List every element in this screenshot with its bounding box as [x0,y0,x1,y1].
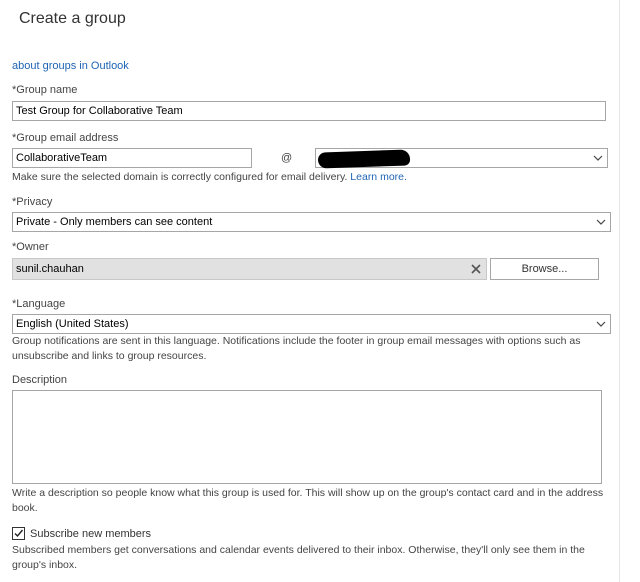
email-help-text: Make sure the selected domain is correct… [12,170,407,185]
about-groups-link[interactable]: about groups in Outlook [12,60,129,72]
email-help-message: Make sure the selected domain is correct… [12,171,348,183]
at-sign: @ [281,152,293,164]
group-email-label: *Group email address [12,132,119,144]
owner-field: sunil.chauhan [12,258,487,280]
language-select-value: English (United States) [16,318,129,330]
group-name-input[interactable]: Test Group for Collaborative Team [12,101,606,121]
description-textarea[interactable] [12,390,602,484]
description-label: Description [12,374,68,386]
chevron-down-icon [593,155,603,161]
group-name-label: *Group name [12,84,78,96]
subscribe-checkbox[interactable] [12,527,25,540]
subscribe-label[interactable]: Subscribe new members [30,528,151,540]
language-label: *Language [12,298,66,310]
redacted-domain [317,149,411,169]
chevron-down-icon [596,321,606,327]
page-title: Create a group [19,10,126,27]
remove-owner-icon[interactable] [470,263,482,275]
chevron-down-icon [596,219,606,225]
description-help-text: Write a description so people know what … [12,487,604,514]
owner-value: sunil.chauhan [16,263,84,275]
browse-button[interactable]: Browse... [490,258,599,280]
subscribe-help-text: Subscribed members get conversations and… [12,544,585,571]
checkmark-icon [14,529,24,538]
privacy-select-value: Private - Only members can see content [16,216,213,228]
language-help-text: Group notifications are sent in this lan… [12,335,581,362]
owner-label: *Owner [12,241,49,253]
privacy-select[interactable]: Private - Only members can see content [12,212,611,232]
panel-divider [619,0,620,582]
learn-more-link[interactable]: Learn more. [350,171,407,183]
group-email-input[interactable]: CollaborativeTeam [12,148,252,168]
language-select[interactable]: English (United States) [12,314,611,334]
privacy-label: *Privacy [12,196,53,208]
